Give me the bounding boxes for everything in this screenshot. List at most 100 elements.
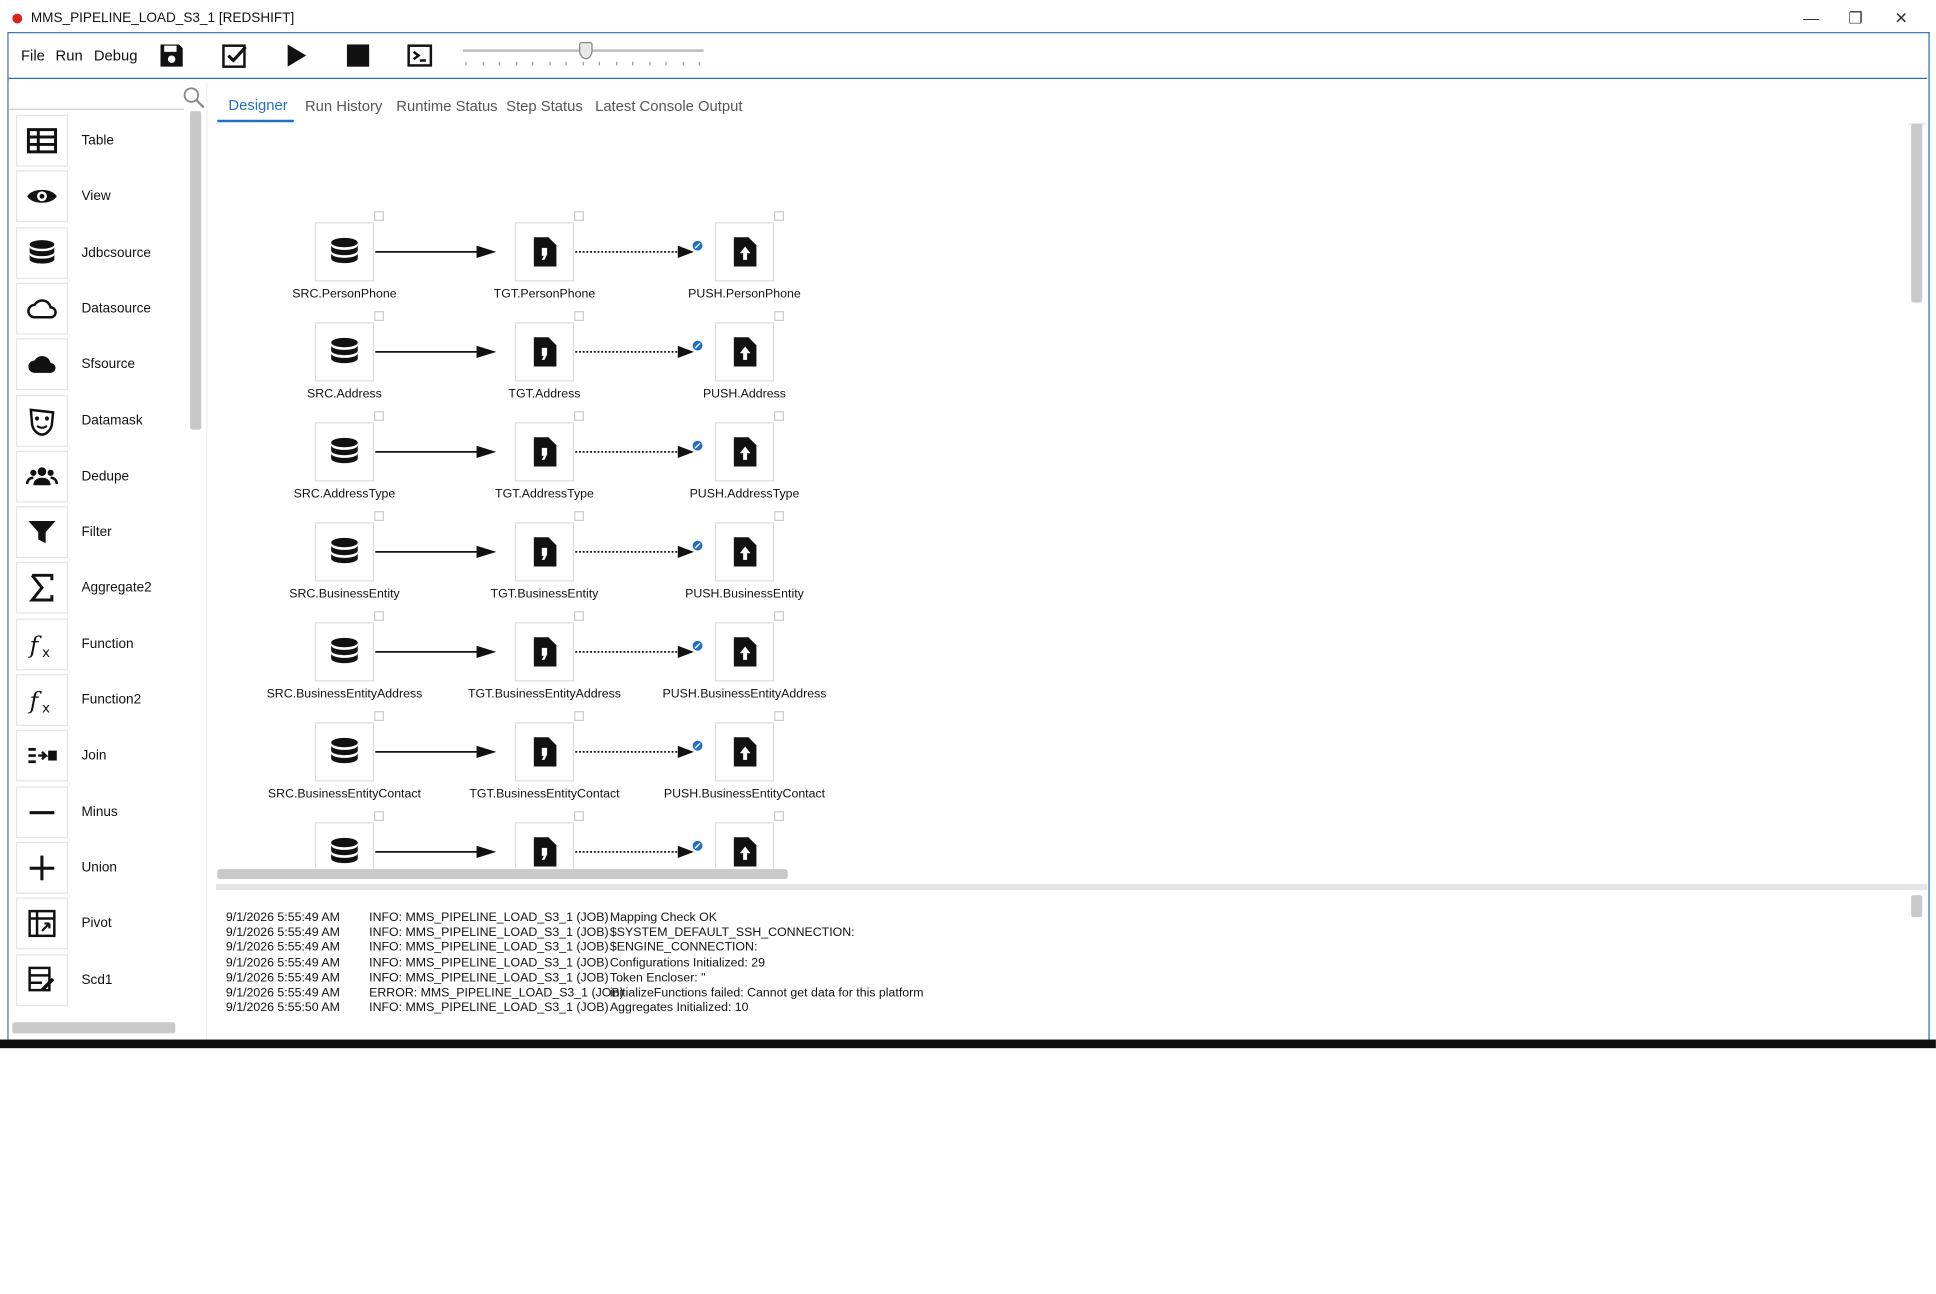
console-icon[interactable]: [406, 42, 433, 69]
node-handle[interactable]: [574, 711, 584, 722]
tab-step-status[interactable]: Step Status: [506, 98, 583, 115]
push-node[interactable]: [714, 522, 775, 582]
node-handle[interactable]: [574, 611, 584, 622]
node-handle[interactable]: [574, 811, 584, 822]
palette-item-label: Jdbcsource: [81, 245, 151, 260]
function-icon: fx: [28, 687, 50, 716]
palette-item-label: Minus: [81, 804, 118, 820]
minimize-button[interactable]: —: [1793, 7, 1830, 29]
tab-designer[interactable]: Designer: [228, 96, 287, 113]
arrow-head: [476, 245, 497, 259]
tgt-node-label: TGT.AddressType: [495, 487, 594, 502]
menu-run[interactable]: Run: [56, 47, 83, 64]
palette-item-join[interactable]: [16, 730, 68, 782]
palette-item-jdbcsource[interactable]: [16, 226, 68, 279]
close-button[interactable]: ✕: [1883, 7, 1920, 29]
tgt-node[interactable]: [514, 522, 575, 582]
stop-icon[interactable]: [344, 42, 371, 69]
src-node[interactable]: [314, 322, 375, 382]
palette-search-input[interactable]: [8, 84, 184, 110]
node-handle[interactable]: [374, 411, 384, 421]
palette-item-table[interactable]: [16, 114, 68, 167]
node-handle[interactable]: [574, 311, 584, 321]
src-node[interactable]: [314, 222, 375, 282]
play-icon[interactable]: [283, 42, 310, 69]
src-node[interactable]: [314, 622, 375, 682]
node-handle[interactable]: [374, 511, 384, 522]
canvas-hscrollbar[interactable]: [217, 869, 788, 880]
node-handle[interactable]: [374, 711, 384, 722]
node-handle[interactable]: [774, 211, 784, 221]
tgt-node[interactable]: [514, 422, 575, 482]
node-handle[interactable]: [374, 811, 384, 822]
node-handle[interactable]: [774, 711, 784, 722]
tab-run-history[interactable]: Run History: [305, 98, 382, 115]
save-icon[interactable]: [158, 42, 185, 69]
palette-item-scd1[interactable]: [16, 953, 68, 1006]
push-node[interactable]: [714, 722, 775, 782]
node-handle[interactable]: [374, 211, 384, 221]
designer-canvas[interactable]: SRC.PersonPhone TGT.PersonPhone PUSH.Perso…: [217, 123, 1909, 870]
console-scrollbar[interactable]: [1911, 895, 1923, 918]
palette-item-label: Filter: [81, 524, 112, 540]
palette-item-label: Aggregate2: [81, 580, 152, 596]
database-icon: [331, 537, 358, 564]
slider-tick: [532, 61, 534, 66]
palette-item-union[interactable]: [16, 841, 68, 894]
node-handle[interactable]: [774, 611, 784, 622]
palette-scrollbar[interactable]: [190, 111, 202, 430]
log-source: INFO: MMS_PIPELINE_LOAD_S3_1 (JOB): [369, 941, 609, 955]
node-handle[interactable]: [774, 511, 784, 522]
src-node[interactable]: [314, 722, 375, 782]
tgt-node[interactable]: [514, 822, 575, 870]
palette-item-datasource[interactable]: [16, 282, 68, 335]
node-handle[interactable]: [574, 511, 584, 522]
node-handle[interactable]: [774, 411, 784, 421]
arrow-head: [476, 645, 497, 659]
src-node[interactable]: [314, 422, 375, 482]
palette-item-pivot[interactable]: [16, 897, 68, 950]
palette-item-view[interactable]: [16, 170, 68, 223]
push-node[interactable]: [714, 422, 775, 482]
push-node[interactable]: [714, 622, 775, 682]
palette-item-label: Datamask: [81, 412, 143, 428]
tgt-node[interactable]: [514, 322, 575, 382]
palette-item-function[interactable]: fx: [16, 618, 68, 671]
restore-button[interactable]: ❐: [1837, 7, 1874, 29]
push-node[interactable]: [714, 822, 775, 870]
palette-item-minus[interactable]: [16, 785, 68, 838]
node-handle[interactable]: [374, 611, 384, 622]
node-handle[interactable]: [774, 811, 784, 822]
node-handle[interactable]: [574, 211, 584, 221]
tab-latest-console-output[interactable]: Latest Console Output: [595, 98, 742, 115]
app-window: MMS_PIPELINE_LOAD_S3_1 [REDSHIFT] — ❐ ✕ …: [0, 0, 1936, 1294]
tgt-node[interactable]: [514, 222, 575, 282]
menu-file[interactable]: File: [21, 47, 45, 64]
palette-item-sfsource[interactable]: [16, 338, 68, 391]
palette-item-filter[interactable]: [16, 506, 68, 559]
node-handle[interactable]: [374, 311, 384, 321]
palette-item-datamask[interactable]: [16, 394, 68, 447]
search-icon[interactable]: [183, 86, 205, 109]
push-node[interactable]: [714, 222, 775, 282]
menu-debug[interactable]: Debug: [94, 47, 138, 64]
node-handle[interactable]: [574, 411, 584, 421]
push-node[interactable]: [714, 322, 775, 382]
tgt-node[interactable]: [514, 722, 575, 782]
database-icon: [331, 337, 358, 364]
validate-icon[interactable]: [221, 42, 248, 69]
canvas-vscrollbar[interactable]: [1911, 123, 1923, 303]
panel-splitter[interactable]: [216, 883, 1928, 891]
src-node[interactable]: [314, 522, 375, 582]
palette-item-aggregate2[interactable]: [16, 562, 68, 615]
node-handle[interactable]: [774, 311, 784, 321]
src-node[interactable]: [314, 822, 375, 870]
zoom-slider-thumb[interactable]: [579, 41, 593, 60]
palette-hscrollbar[interactable]: [12, 1022, 176, 1034]
tgt-node[interactable]: [514, 622, 575, 682]
palette-item-dedupe[interactable]: [16, 450, 68, 503]
tab-runtime-status[interactable]: Runtime Status: [396, 98, 497, 115]
target-file-icon: [533, 537, 557, 567]
svg-text:f: f: [28, 631, 43, 659]
palette-item-function2[interactable]: fx: [16, 674, 68, 726]
